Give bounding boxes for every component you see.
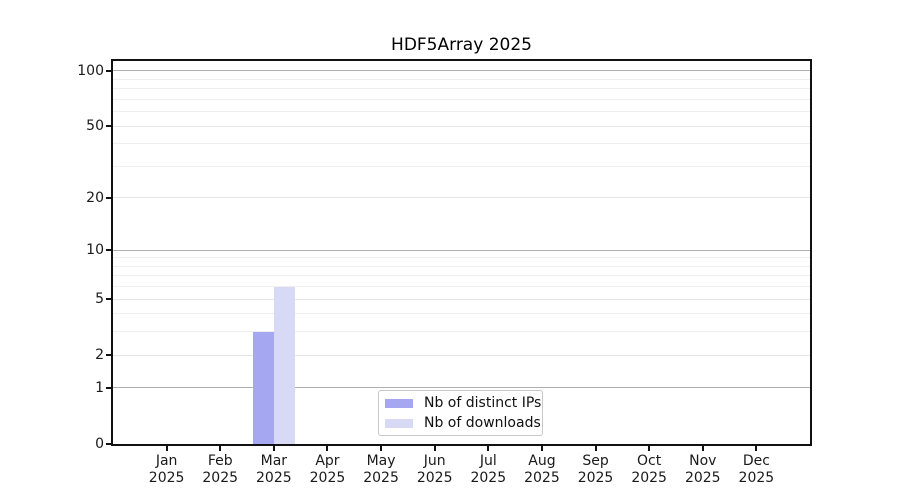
y-axis-tick xyxy=(106,125,112,128)
gridline xyxy=(113,298,810,300)
y-axis-tick-label: 50 xyxy=(86,118,104,135)
y-axis-tick-label: 10 xyxy=(86,242,104,259)
x-axis-tick xyxy=(380,446,383,451)
y-axis-tick-label: 0 xyxy=(95,436,104,452)
legend-item-distinct-ips: Nb of distinct IPs xyxy=(385,393,541,413)
x-axis-tick xyxy=(272,446,275,451)
legend-swatch-downloads-icon xyxy=(385,418,413,428)
legend-item-downloads: Nb of downloads xyxy=(385,413,541,433)
month-name: Dec xyxy=(742,453,770,469)
gridline xyxy=(113,125,810,127)
minor-gridline xyxy=(113,275,810,277)
bar-downloads xyxy=(273,286,295,444)
x-axis-tick xyxy=(701,446,704,451)
x-axis-month-label: Dec 2025 xyxy=(724,453,788,487)
legend-label-downloads: Nb of downloads xyxy=(424,415,541,431)
minor-gridline xyxy=(113,98,810,100)
y-axis-tick xyxy=(106,298,112,301)
minor-gridline xyxy=(113,111,810,113)
minor-gridline xyxy=(113,313,810,315)
x-axis-tick xyxy=(433,446,436,451)
y-axis-tick-label: 100 xyxy=(77,62,104,79)
y-axis-tick xyxy=(106,69,112,72)
x-axis-tick xyxy=(755,446,758,451)
y-axis-tick-label: 2 xyxy=(95,347,104,364)
minor-gridline xyxy=(113,286,810,288)
plot-area xyxy=(111,59,812,446)
y-axis-tick xyxy=(106,249,112,252)
chart-title: HDF5Array 2025 xyxy=(391,35,532,55)
y-axis-tick-label: 20 xyxy=(86,189,104,206)
legend-label-distinct-ips: Nb of distinct IPs xyxy=(424,395,542,411)
x-axis-tick xyxy=(487,446,490,451)
decade-gridline xyxy=(113,70,810,72)
minor-gridline xyxy=(113,265,810,267)
y-axis-tick xyxy=(106,354,112,357)
month-year: 2025 xyxy=(738,470,775,486)
y-axis-tick xyxy=(106,443,112,445)
download-stats-chart: HDF5Array 2025 Nb of distinct IPs Nb of … xyxy=(0,0,900,500)
gridline xyxy=(113,197,810,199)
decade-gridline xyxy=(113,387,810,389)
minor-gridline xyxy=(113,165,810,167)
x-axis-tick xyxy=(540,446,543,451)
legend: Nb of distinct IPs Nb of downloads xyxy=(378,390,543,436)
y-axis-tick xyxy=(106,386,112,389)
x-axis-tick xyxy=(594,446,597,451)
x-axis-tick xyxy=(219,446,222,451)
y-axis-tick-label: 5 xyxy=(95,291,104,308)
y-axis-tick xyxy=(106,196,112,199)
y-axis-tick-label: 1 xyxy=(95,379,104,396)
minor-gridline xyxy=(113,88,810,90)
gridline xyxy=(113,354,810,356)
minor-gridline xyxy=(113,331,810,333)
decade-gridline xyxy=(113,249,810,251)
minor-gridline xyxy=(113,143,810,145)
minor-gridline xyxy=(113,78,810,80)
x-axis-tick xyxy=(165,446,168,451)
x-axis-tick xyxy=(648,446,651,451)
bar-distinct-ips xyxy=(252,331,274,444)
x-axis-tick xyxy=(326,446,329,451)
minor-gridline xyxy=(113,257,810,259)
legend-swatch-distinct-ips-icon xyxy=(385,398,413,408)
